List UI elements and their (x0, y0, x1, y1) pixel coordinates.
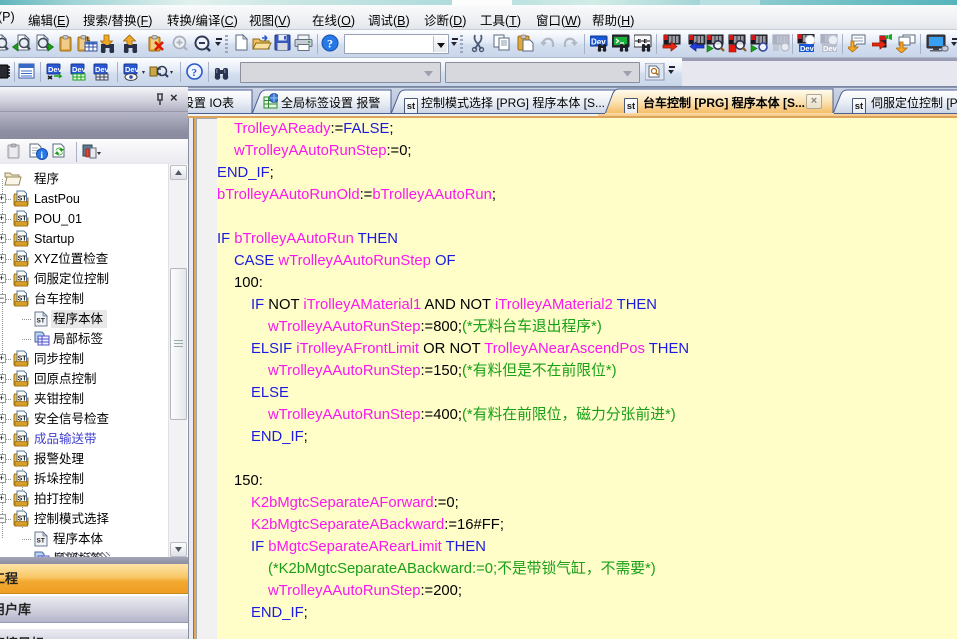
svg-text:?: ? (327, 37, 333, 51)
svg-text:Dev: Dev (800, 44, 815, 53)
svg-text:ST: ST (37, 318, 45, 325)
svg-text:Dev: Dev (125, 65, 140, 74)
svg-text:?: ? (192, 67, 198, 79)
svg-text:Dev: Dev (72, 65, 87, 74)
svg-text:Dev: Dev (48, 65, 63, 74)
svg-text:ST: ST (37, 538, 45, 545)
svg-text:Dev: Dev (95, 65, 110, 74)
svg-text:Dev: Dev (823, 44, 838, 53)
